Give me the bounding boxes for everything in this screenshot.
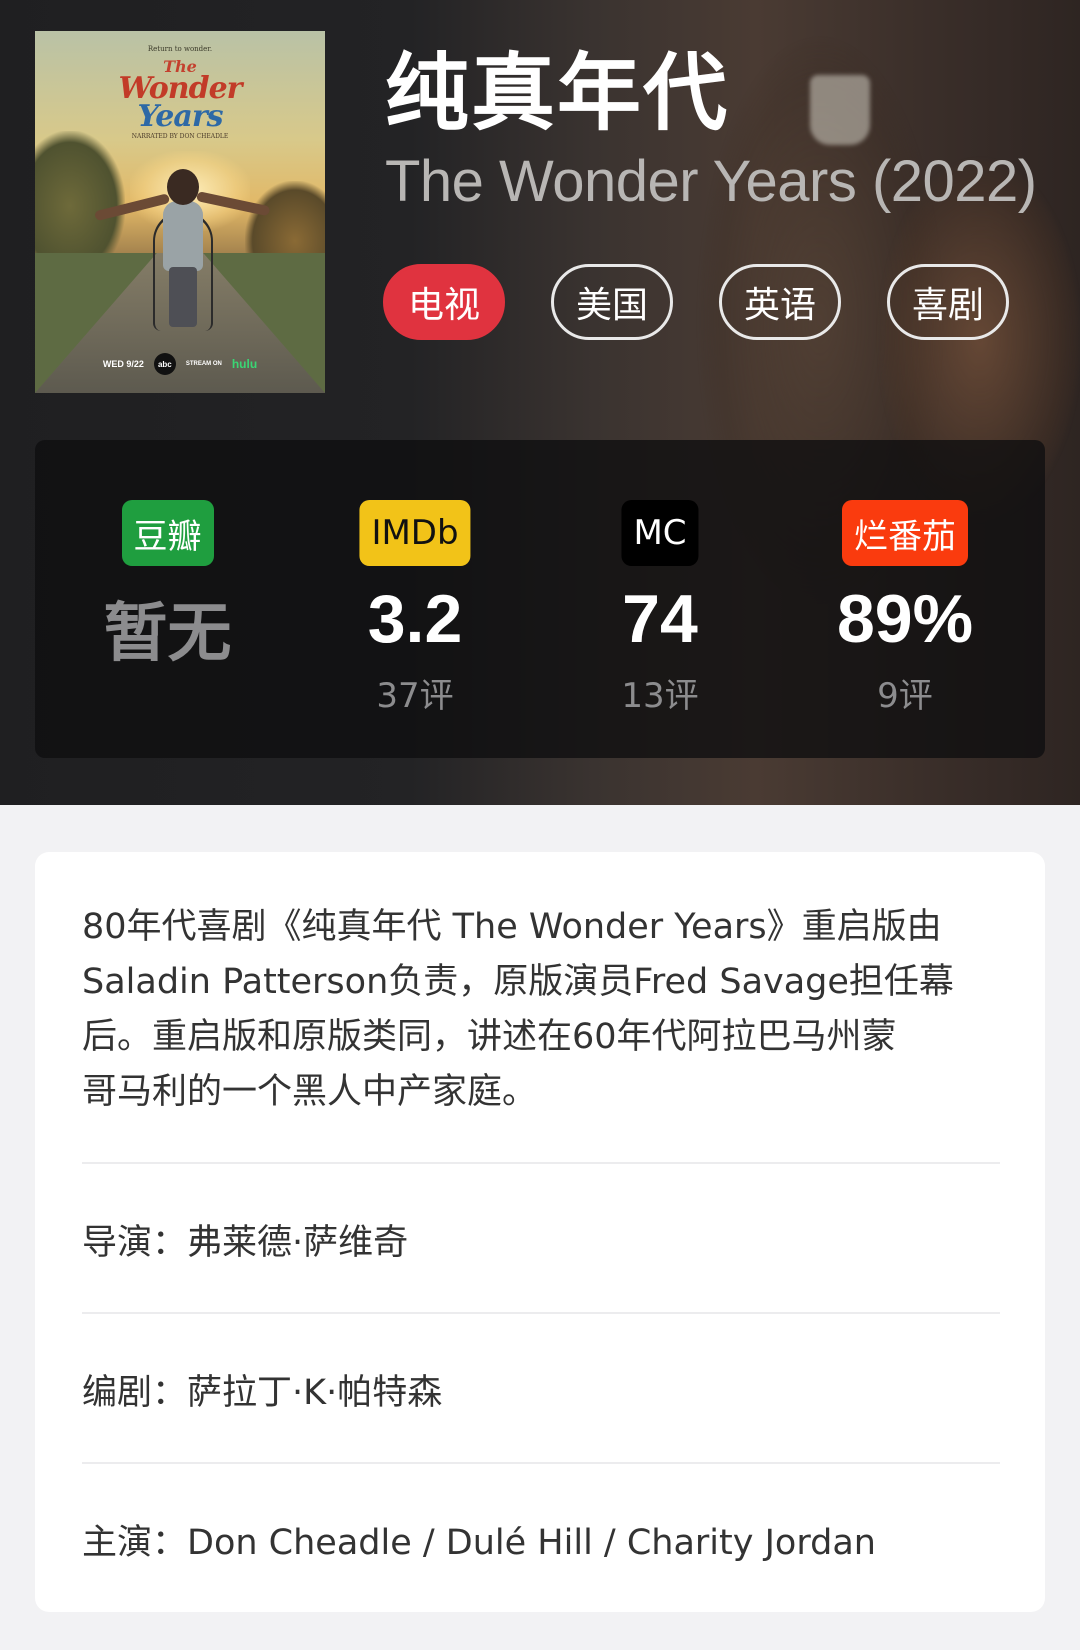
- background-lamp: [810, 75, 870, 145]
- rotten-tomatoes-count: 9评: [877, 676, 933, 716]
- divider: [82, 1312, 1000, 1314]
- metacritic-badge: MC: [621, 500, 699, 566]
- synopsis-line: 后。重启版和原版类同，讲述在60年代阿拉巴马州蒙: [82, 1017, 897, 1057]
- rating-metacritic[interactable]: MC 74 13评: [530, 440, 790, 758]
- ratings-panel: 豆瓣 暂无 IMDb 3.2 37评 MC 74 13评 烂番茄 89% 9评: [35, 440, 1045, 758]
- show-poster[interactable]: Return to wonder. The Wonder Years NARRA…: [35, 31, 325, 393]
- director-row[interactable]: 导演：弗莱德·萨维奇: [82, 1214, 1002, 1265]
- synopsis-line: 80年代喜剧《纯真年代 The Wonder Years》重启版由: [82, 907, 942, 947]
- hero-header: Return to wonder. The Wonder Years NARRA…: [0, 0, 1080, 805]
- poster-logo-years: Years: [137, 99, 223, 134]
- synopsis-line: 哥马利的一个黑人中产家庭。: [82, 1072, 538, 1112]
- tag-genre[interactable]: 喜剧: [887, 264, 1010, 340]
- tag-type[interactable]: 电视: [383, 264, 506, 340]
- tag-list: 电视 美国 英语 喜剧: [383, 264, 1010, 340]
- imdb-count: 37评: [376, 676, 454, 716]
- poster-footer: WED 9/22 abc STREAM ON hulu: [35, 353, 325, 375]
- writer-row[interactable]: 编剧：萨拉丁·K·帕特森: [82, 1364, 1002, 1415]
- douban-badge: 豆瓣: [121, 500, 214, 566]
- cast-row[interactable]: 主演：Don Cheadle / Dulé Hill / Charity Jor…: [82, 1514, 1002, 1565]
- synopsis: 80年代喜剧《纯真年代 The Wonder Years》重启版由 Saladi…: [82, 900, 1002, 1120]
- poster-tagline: Return to wonder.: [147, 45, 213, 53]
- imdb-score: 3.2: [367, 581, 463, 657]
- abc-logo-icon: abc: [153, 353, 176, 375]
- imdb-badge: IMDb: [359, 500, 471, 566]
- hulu-logo-icon: hulu: [231, 357, 258, 371]
- rating-imdb[interactable]: IMDb 3.2 37评: [300, 440, 530, 758]
- douban-score: 暂无: [103, 597, 232, 671]
- tag-language[interactable]: 英语: [719, 264, 842, 340]
- show-original-title: The Wonder Years (2022): [385, 149, 1037, 214]
- show-title: 纯真年代: [385, 44, 730, 142]
- info-card: 80年代喜剧《纯真年代 The Wonder Years》重启版由 Saladi…: [35, 852, 1045, 1612]
- rating-douban[interactable]: 豆瓣 暂无: [35, 440, 300, 758]
- divider: [82, 1162, 1000, 1164]
- poster-airdate: WED 9/22: [102, 359, 144, 369]
- synopsis-line: Saladin Patterson负责，原版演员Fred Savage担任幕: [82, 962, 954, 1002]
- metacritic-count: 13评: [621, 676, 699, 716]
- rotten-tomatoes-score: 89%: [836, 581, 974, 657]
- divider: [82, 1462, 1000, 1464]
- poster-stream-on: STREAM ON: [185, 361, 222, 367]
- tag-country[interactable]: 美国: [551, 264, 674, 340]
- poster-narrator: NARRATED BY DON CHEADLE: [131, 133, 229, 140]
- rating-rotten-tomatoes[interactable]: 烂番茄 89% 9评: [790, 440, 1020, 758]
- rotten-tomatoes-badge: 烂番茄: [842, 500, 968, 566]
- metacritic-score: 74: [622, 581, 698, 657]
